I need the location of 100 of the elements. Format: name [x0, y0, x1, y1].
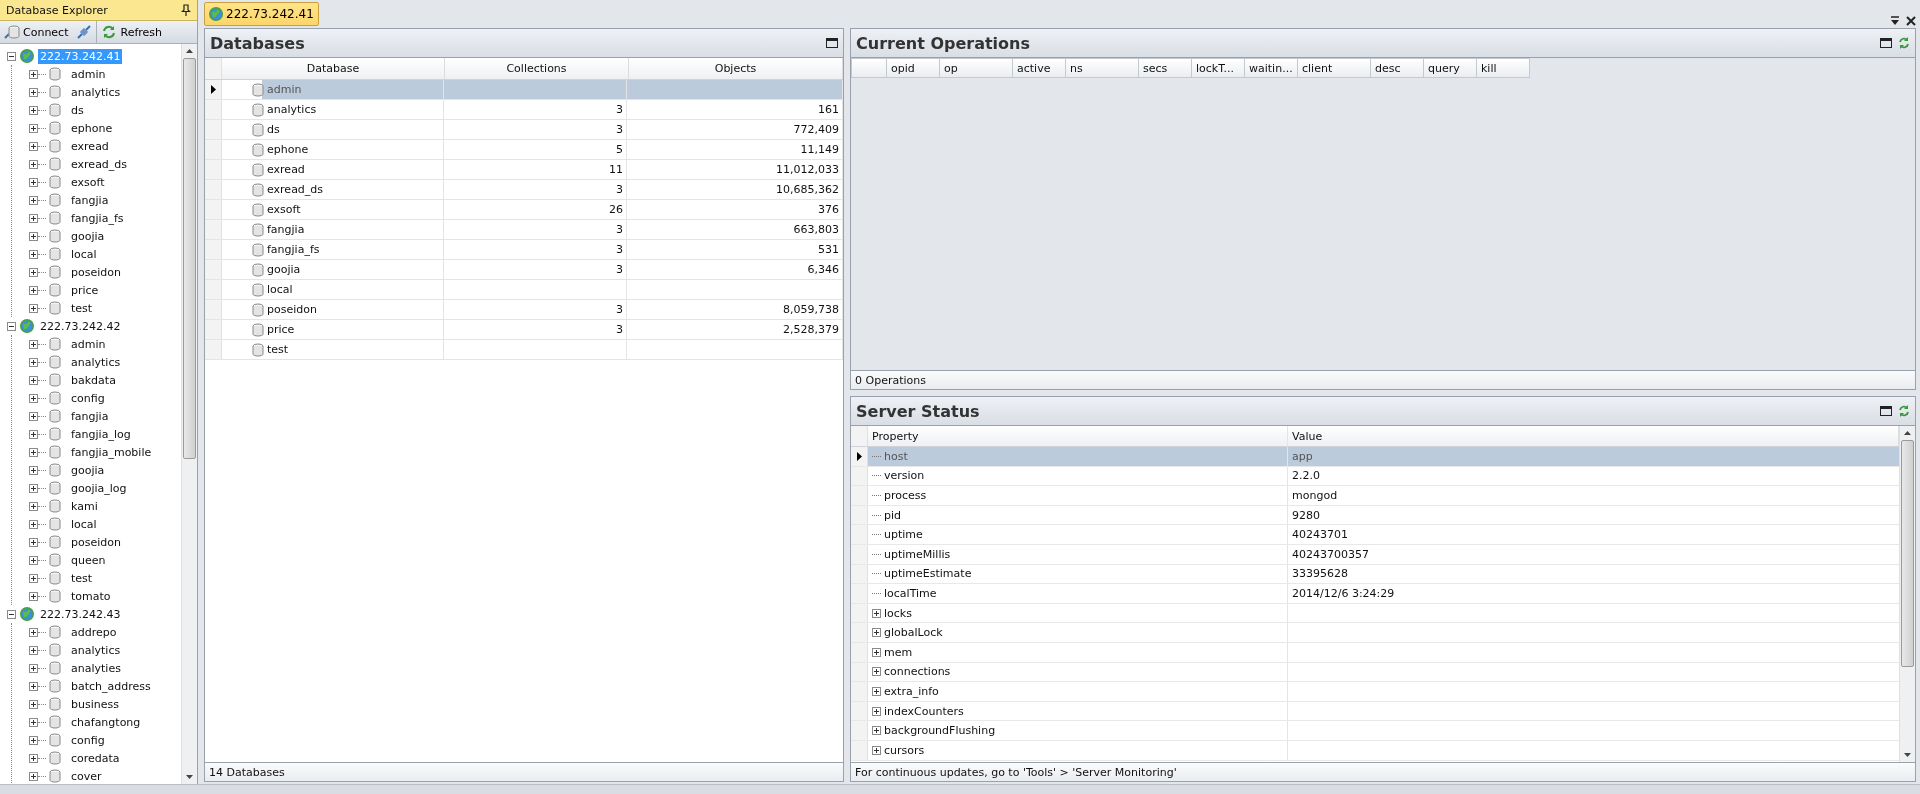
database-node[interactable]: analytics: [69, 354, 123, 370]
expand-icon[interactable]: [872, 608, 881, 618]
expand-icon[interactable]: [29, 339, 38, 349]
scroll-down-icon[interactable]: [1904, 753, 1911, 757]
table-row[interactable]: exread 11 11,012,033: [205, 160, 843, 180]
collapse-icon[interactable]: [7, 609, 16, 619]
table-row[interactable]: fangjia 3 663,803: [205, 220, 843, 240]
table-row[interactable]: backgroundFlushing: [851, 721, 1899, 741]
column-header[interactable]: Collections: [445, 58, 629, 79]
expand-icon[interactable]: [29, 699, 38, 709]
expand-icon[interactable]: [29, 501, 38, 511]
column-header[interactable]: Objects: [629, 58, 843, 79]
database-node[interactable]: queen: [69, 552, 108, 568]
expand-icon[interactable]: [872, 726, 881, 736]
expand-icon[interactable]: [29, 735, 38, 745]
database-node[interactable]: goojia_log: [69, 480, 129, 496]
database-node[interactable]: kami: [69, 498, 100, 514]
database-node[interactable]: local: [69, 246, 99, 262]
table-row[interactable]: exread_ds 3 10,685,362: [205, 180, 843, 200]
row-selector[interactable]: [205, 80, 222, 99]
expand-icon[interactable]: [29, 159, 38, 169]
table-row[interactable]: process mongod: [851, 486, 1899, 506]
table-row[interactable]: mem: [851, 642, 1899, 663]
database-node[interactable]: price: [69, 282, 101, 298]
expand-icon[interactable]: [872, 667, 881, 677]
column-header[interactable]: client: [1298, 58, 1371, 78]
expand-icon[interactable]: [29, 429, 38, 439]
column-header[interactable]: Database: [222, 58, 445, 79]
column-header[interactable]: opid: [887, 58, 940, 78]
expand-icon[interactable]: [29, 87, 38, 97]
table-row[interactable]: uptimeMillis 40243700357: [851, 544, 1899, 565]
column-header[interactable]: Property: [868, 426, 1288, 446]
column-header[interactable]: active: [1013, 58, 1066, 78]
table-row[interactable]: local: [205, 280, 843, 300]
scrollbar[interactable]: [1899, 426, 1915, 762]
refresh-button[interactable]: Refresh: [96, 21, 167, 43]
expand-icon[interactable]: [872, 706, 881, 716]
database-node[interactable]: ds: [69, 102, 86, 118]
table-row[interactable]: extra_info: [851, 682, 1899, 702]
expand-icon[interactable]: [29, 213, 38, 223]
table-row[interactable]: analytics 3 161: [205, 100, 843, 120]
maximize-icon[interactable]: [1880, 38, 1892, 48]
database-node[interactable]: bakdata: [69, 372, 118, 388]
database-node[interactable]: addrepo: [69, 624, 119, 640]
table-row[interactable]: ds 3 772,409: [205, 120, 843, 140]
expand-icon[interactable]: [29, 465, 38, 475]
maximize-icon[interactable]: [1880, 406, 1892, 416]
database-node[interactable]: admin: [69, 66, 108, 82]
database-node[interactable]: analytics: [69, 642, 123, 658]
database-node[interactable]: fangjia: [69, 192, 111, 208]
database-node[interactable]: poseidon: [69, 264, 123, 280]
column-header[interactable]: kill: [1477, 58, 1530, 78]
expand-icon[interactable]: [29, 717, 38, 727]
dropdown-icon[interactable]: [1890, 16, 1900, 26]
database-node[interactable]: fangjia: [69, 408, 111, 424]
expand-icon[interactable]: [29, 519, 38, 529]
expand-icon[interactable]: [29, 375, 38, 385]
database-node[interactable]: chafangtong: [69, 714, 143, 730]
database-node[interactable]: batch_address: [69, 678, 153, 694]
expand-icon[interactable]: [29, 555, 38, 565]
expand-icon[interactable]: [29, 771, 38, 781]
database-node[interactable]: config: [69, 732, 107, 748]
server-tab[interactable]: 222.73.242.41: [204, 2, 319, 26]
database-node[interactable]: analyties: [69, 660, 123, 676]
expand-icon[interactable]: [29, 105, 38, 115]
table-row[interactable]: poseidon 3 8,059,738: [205, 300, 843, 320]
connect-button[interactable]: Connect: [0, 21, 73, 43]
database-node[interactable]: cover: [69, 768, 104, 784]
table-row[interactable]: test: [205, 340, 843, 360]
table-row[interactable]: version 2.2.0: [851, 466, 1899, 487]
server-node[interactable]: 222.73.242.43: [38, 606, 123, 622]
database-node[interactable]: fangjia_fs: [69, 210, 126, 226]
expand-icon[interactable]: [29, 591, 38, 601]
database-node[interactable]: business: [69, 696, 121, 712]
expand-icon[interactable]: [29, 285, 38, 295]
expand-icon[interactable]: [29, 141, 38, 151]
database-node[interactable]: admin: [69, 336, 108, 352]
expand-icon[interactable]: [29, 231, 38, 241]
maximize-icon[interactable]: [826, 38, 838, 48]
database-node[interactable]: poseidon: [69, 534, 123, 550]
table-row[interactable]: ephone 5 11,149: [205, 140, 843, 160]
database-node[interactable]: test: [69, 300, 95, 316]
scroll-down-icon[interactable]: [186, 775, 193, 779]
column-header[interactable]: query: [1424, 58, 1477, 78]
expand-icon[interactable]: [29, 393, 38, 403]
column-header[interactable]: waitin...: [1245, 58, 1298, 78]
collapse-icon[interactable]: [7, 321, 16, 331]
table-row[interactable]: indexCounters: [851, 701, 1899, 722]
database-node[interactable]: exread_ds: [69, 156, 130, 172]
expand-icon[interactable]: [29, 411, 38, 421]
expand-icon[interactable]: [29, 627, 38, 637]
table-row[interactable]: localTime 2014/12/6 3:24:29: [851, 584, 1899, 604]
scroll-up-icon[interactable]: [1904, 431, 1911, 435]
table-row[interactable]: connections: [851, 662, 1899, 683]
column-header[interactable]: lockT...: [1192, 58, 1245, 78]
expand-icon[interactable]: [29, 537, 38, 547]
scroll-up-icon[interactable]: [186, 49, 193, 53]
table-row[interactable]: exsoft 26 376: [205, 200, 843, 220]
expand-icon[interactable]: [29, 357, 38, 367]
expand-icon[interactable]: [29, 573, 38, 583]
